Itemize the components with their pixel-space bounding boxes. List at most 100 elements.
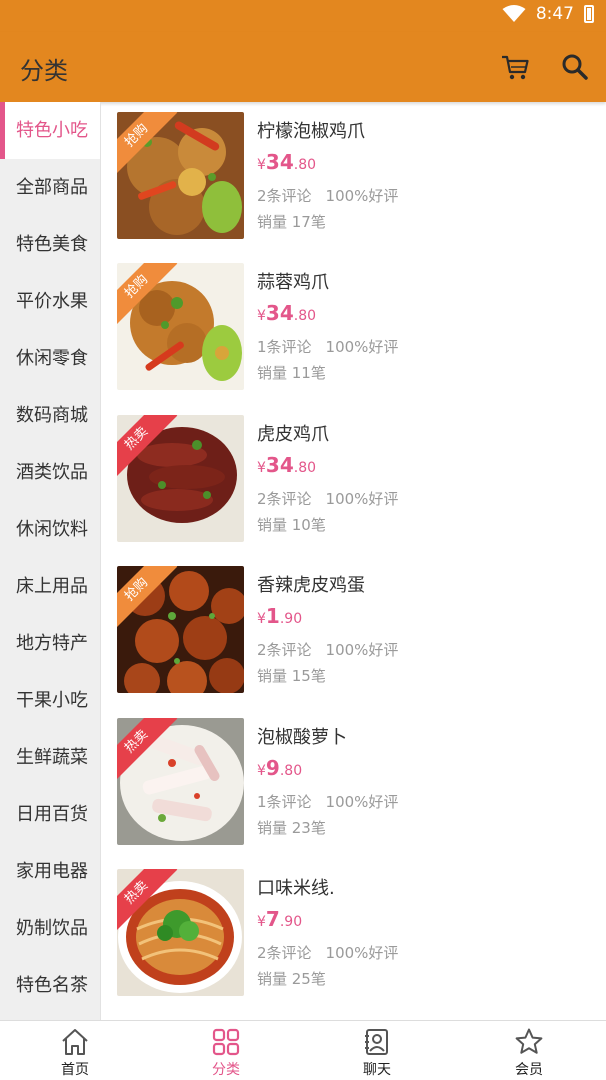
price-decimal: .80 — [293, 460, 317, 476]
review-count: 2条评论 — [257, 187, 312, 205]
positive-rate: 100%好评 — [325, 338, 399, 356]
cart-button[interactable] — [498, 50, 532, 84]
nav-member-label: 会员 — [515, 1062, 543, 1078]
price-integer: 34 — [265, 301, 294, 325]
product-item[interactable]: 热卖 泡椒酸萝卜 ¥9.80 1条评论 100%好评 销量 23笔 — [117, 718, 597, 848]
product-name[interactable]: 口味米线. — [257, 874, 335, 900]
product-image[interactable]: 热卖 — [117, 718, 244, 845]
product-item[interactable]: 热卖 虎皮鸡爪 ¥34.80 2条评论 100%好评 销量 10笔 — [117, 415, 597, 545]
positive-rate: 100%好评 — [325, 187, 399, 205]
status-time: 8:47 — [535, 4, 574, 24]
sidebar-item-dairy[interactable]: 奶制饮品 — [0, 900, 100, 957]
sidebar-item-appliances[interactable]: 家用电器 — [0, 843, 100, 900]
sidebar-item-beverages[interactable]: 休闲饮料 — [0, 501, 100, 558]
product-price: ¥7.90 — [257, 907, 302, 931]
product-sales: 销量 10笔 — [257, 516, 326, 534]
category-icon — [212, 1028, 240, 1056]
sidebar-item-tea[interactable]: 特色名茶 — [0, 957, 100, 1014]
sidebar-item-dried-fruit[interactable]: 干果小吃 — [0, 672, 100, 729]
product-list[interactable]: 抢购 柠檬泡椒鸡爪 ¥34.80 2条评论 100%好评 销量 17笔 抢购 蒜… — [101, 102, 606, 1020]
product-item[interactable]: 热卖 口味米线. ¥7.90 2条评论 100%好评 销量 25笔 — [117, 869, 597, 999]
product-image[interactable]: 抢购 — [117, 263, 244, 390]
sidebar-item-specialty-food[interactable]: 特色美食 — [0, 216, 100, 273]
price-decimal: .80 — [293, 157, 317, 173]
nav-chat[interactable]: 聊天 — [337, 1027, 417, 1079]
price-decimal: .80 — [293, 308, 317, 324]
price-decimal: .90 — [279, 611, 303, 627]
product-image[interactable]: 热卖 — [117, 415, 244, 542]
sidebar-item-fresh-vegetables[interactable]: 生鲜蔬菜 — [0, 729, 100, 786]
currency-symbol: ¥ — [257, 763, 266, 779]
sidebar-item-digital[interactable]: 数码商城 — [0, 387, 100, 444]
price-integer: 34 — [265, 453, 294, 477]
price-integer: 9 — [265, 756, 280, 780]
nav-chat-label: 聊天 — [363, 1062, 391, 1078]
review-count: 2条评论 — [257, 490, 312, 508]
review-count: 1条评论 — [257, 338, 312, 356]
product-image[interactable]: 热卖 — [117, 869, 244, 996]
positive-rate: 100%好评 — [325, 793, 399, 811]
product-name[interactable]: 泡椒酸萝卜 — [257, 723, 347, 749]
review-count: 2条评论 — [257, 641, 312, 659]
product-item[interactable]: 抢购 香辣虎皮鸡蛋 ¥1.90 2条评论 100%好评 销量 15笔 — [117, 566, 597, 696]
home-icon — [62, 1029, 88, 1055]
price-integer: 34 — [265, 150, 294, 174]
price-integer: 7 — [265, 907, 280, 931]
product-sales: 销量 11笔 — [257, 364, 326, 382]
sidebar-item-snacks[interactable]: 休闲零食 — [0, 330, 100, 387]
currency-symbol: ¥ — [257, 914, 266, 930]
positive-rate: 100%好评 — [325, 490, 399, 508]
member-star-icon — [515, 1028, 543, 1054]
sidebar-item-all-products[interactable]: 全部商品 — [0, 159, 100, 216]
product-reviews: 1条评论 100%好评 — [257, 791, 398, 812]
product-image[interactable]: 抢购 — [117, 112, 244, 239]
cart-icon — [502, 55, 529, 80]
app-header: 分类 — [0, 32, 606, 102]
product-item[interactable]: 抢购 柠檬泡椒鸡爪 ¥34.80 2条评论 100%好评 销量 17笔 — [117, 112, 597, 242]
product-price: ¥1.90 — [257, 604, 302, 628]
sidebar-item-local-specialties[interactable]: 地方特产 — [0, 615, 100, 672]
search-icon — [562, 54, 588, 80]
product-reviews: 2条评论 100%好评 — [257, 942, 398, 963]
nav-category[interactable]: 分类 — [186, 1027, 266, 1079]
price-decimal: .90 — [279, 914, 303, 930]
product-name[interactable]: 虎皮鸡爪 — [257, 420, 329, 446]
product-sales: 销量 17笔 — [257, 213, 326, 231]
product-price: ¥34.80 — [257, 150, 316, 174]
battery-icon — [584, 5, 594, 23]
product-reviews: 1条评论 100%好评 — [257, 336, 398, 357]
product-sales: 销量 15笔 — [257, 667, 326, 685]
product-item[interactable]: 抢购 蒜蓉鸡爪 ¥34.80 1条评论 100%好评 销量 11笔 — [117, 263, 597, 393]
currency-symbol: ¥ — [257, 460, 266, 476]
product-sales: 销量 23笔 — [257, 819, 326, 837]
page-title: 分类 — [20, 57, 68, 85]
nav-member[interactable]: 会员 — [489, 1027, 569, 1079]
sidebar-item-fruit[interactable]: 平价水果 — [0, 273, 100, 330]
product-reviews: 2条评论 100%好评 — [257, 185, 398, 206]
search-button[interactable] — [558, 50, 592, 84]
bottom-nav: 首页 分类 聊天 会员 — [0, 1020, 606, 1080]
product-reviews: 2条评论 100%好评 — [257, 639, 398, 660]
product-image[interactable]: 抢购 — [117, 566, 244, 693]
review-count: 1条评论 — [257, 793, 312, 811]
product-name[interactable]: 香辣虎皮鸡蛋 — [257, 571, 365, 597]
product-price: ¥9.80 — [257, 756, 302, 780]
nav-home-label: 首页 — [61, 1062, 89, 1078]
review-count: 2条评论 — [257, 944, 312, 962]
sidebar-item-bedding[interactable]: 床上用品 — [0, 558, 100, 615]
sidebar-item-specialty-snacks[interactable]: 特色小吃 — [0, 102, 100, 159]
sidebar-item-daily-goods[interactable]: 日用百货 — [0, 786, 100, 843]
product-price: ¥34.80 — [257, 453, 316, 477]
product-price: ¥34.80 — [257, 301, 316, 325]
product-name[interactable]: 柠檬泡椒鸡爪 — [257, 117, 365, 143]
sidebar-item-liquor[interactable]: 酒类饮品 — [0, 444, 100, 501]
status-bar: 8:47 — [0, 0, 606, 32]
product-sales: 销量 25笔 — [257, 970, 326, 988]
nav-home[interactable]: 首页 — [35, 1027, 115, 1079]
positive-rate: 100%好评 — [325, 944, 399, 962]
category-sidebar[interactable]: 特色小吃 全部商品 特色美食 平价水果 休闲零食 数码商城 酒类饮品 休闲饮料 … — [0, 102, 101, 1020]
product-name[interactable]: 蒜蓉鸡爪 — [257, 268, 329, 294]
currency-symbol: ¥ — [257, 157, 266, 173]
nav-category-label: 分类 — [212, 1062, 240, 1078]
wifi-icon — [502, 5, 526, 22]
